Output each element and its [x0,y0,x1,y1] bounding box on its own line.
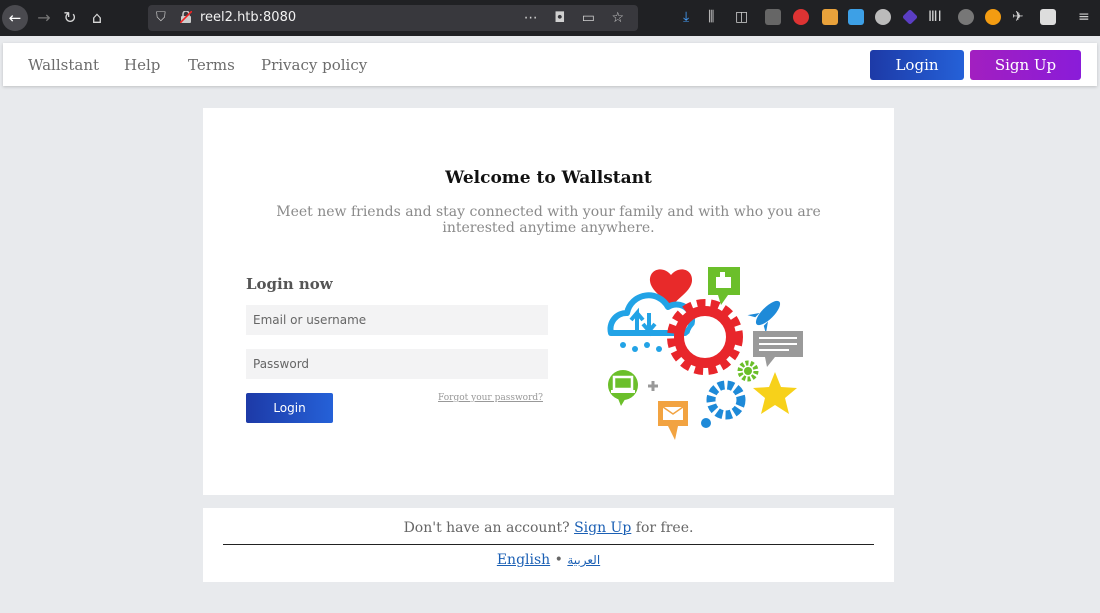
extension-diamond-icon[interactable] [902,9,918,25]
extension-plane-icon[interactable]: ✈ [1012,7,1024,27]
message-bubble-icon [753,331,803,367]
login-heading: Login now [246,275,333,293]
nav-link-help[interactable]: Help [124,55,160,75]
save-icon[interactable] [848,9,864,25]
site-navbar: Wallstant Help Terms Privacy policy Logi… [3,43,1097,86]
lang-english-link[interactable]: English [497,552,550,568]
envelope-bubble-icon [658,401,688,440]
extension-default-icon[interactable] [822,9,838,25]
thumbs-up-icon [708,267,740,305]
insecure-lock-icon[interactable] [180,11,192,23]
password-input[interactable] [246,349,548,379]
forward-arrow-icon[interactable]: → [32,6,56,30]
username-input[interactable] [246,305,548,335]
extension-orange-icon[interactable] [985,9,1001,25]
menu-icon[interactable]: ≡ [1078,7,1090,27]
page-actions-icon[interactable]: ⋯ ◘ ▭ ☆ [524,8,630,28]
laptop-bubble-icon [608,370,638,406]
signup-prompt: Don't have an account? Sign Up for free. [203,520,894,536]
lang-arabic-link[interactable]: العربية [567,553,600,567]
login-card: Welcome to Wallstant Meet new friends an… [203,108,894,495]
browser-toolbar: ← → ↻ ⌂ ⛉ reel2.htb:8080 ⋯ ◘ ▭ ☆ ⤓ ⫼ ◫ Ⅲ… [0,0,1100,36]
tagline: Meet new friends and stay connected with… [276,204,821,236]
signup-button[interactable]: Sign Up [970,50,1081,80]
for-free-text: for free. [635,520,694,536]
qr-code-icon[interactable] [1040,9,1056,25]
signup-card: Don't have an account? Sign Up for free.… [203,508,894,582]
address-bar[interactable]: ⛉ reel2.htb:8080 ⋯ ◘ ▭ ☆ [148,5,638,31]
plus-icon [648,381,658,391]
reload-icon[interactable]: ↻ [58,6,82,30]
account-icon[interactable] [875,9,891,25]
lang-separator: • [554,552,563,568]
divider [223,544,874,545]
nav-link-privacy-policy[interactable]: Privacy policy [261,55,367,75]
blue-dot-icon [701,418,711,428]
extension-gray-icon[interactable] [958,9,974,25]
tracking-shield-icon[interactable]: ⛉ [156,9,166,27]
ublock-icon[interactable] [765,9,781,25]
no-account-text: Don't have an account? [403,520,570,536]
language-switcher: English • العربية [203,552,894,568]
blue-gear-icon [706,380,746,420]
library-icon[interactable]: ⫼ [708,7,714,27]
forgot-password-link[interactable]: Forgot your password? [438,393,543,403]
back-arrow-icon[interactable]: ← [2,5,28,31]
extension-s-icon[interactable] [793,9,809,25]
login-button[interactable]: Login [870,50,964,80]
downloads-icon[interactable]: ⤓ [683,7,689,27]
extension-bars-icon[interactable]: ⅢⅠ [928,7,942,27]
signup-link[interactable]: Sign Up [574,520,631,536]
page-title: Welcome to Wallstant [445,168,652,188]
nav-link-wallstant[interactable]: Wallstant [28,55,99,75]
small-gear-icon [737,360,759,382]
nav-link-terms[interactable]: Terms [188,55,235,75]
star-icon [753,372,797,414]
rocket-icon [747,300,781,334]
url-text[interactable]: reel2.htb:8080 [200,8,296,28]
login-submit-button[interactable]: Login [246,393,333,423]
sidebar-icon[interactable]: ◫ [735,7,748,27]
home-icon[interactable]: ⌂ [85,6,109,30]
social-illustration [607,267,803,440]
